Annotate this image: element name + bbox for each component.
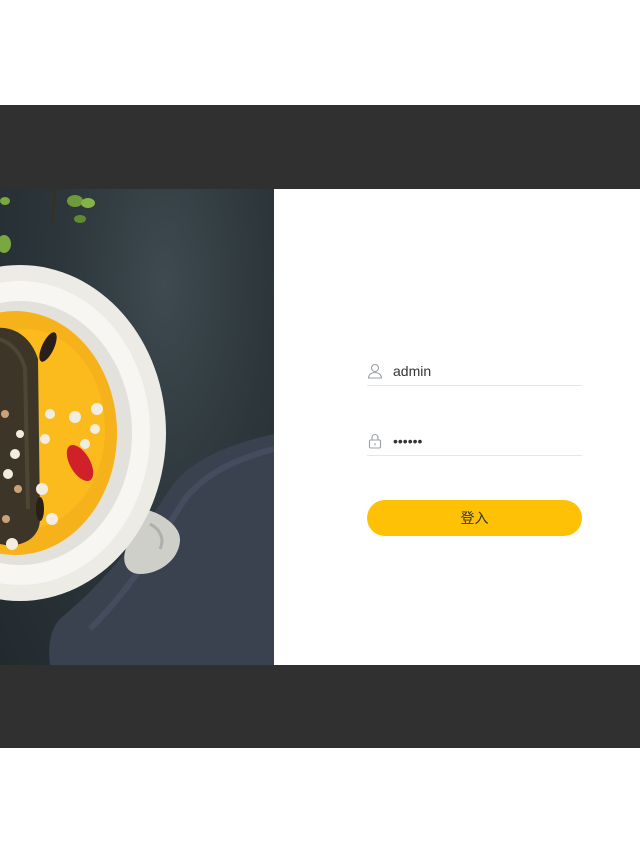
username-field [367, 357, 582, 386]
food-photo [0, 189, 274, 665]
login-card: 登入 [0, 189, 640, 665]
username-input[interactable] [393, 363, 573, 379]
page: 登入 [0, 0, 640, 853]
password-field [367, 427, 582, 456]
user-icon [367, 363, 383, 379]
login-frame: 登入 [0, 105, 640, 748]
password-input[interactable] [393, 433, 573, 449]
lock-icon [367, 433, 383, 449]
login-panel: 登入 [274, 189, 640, 665]
food-image [0, 189, 274, 665]
login-button[interactable]: 登入 [367, 500, 582, 536]
